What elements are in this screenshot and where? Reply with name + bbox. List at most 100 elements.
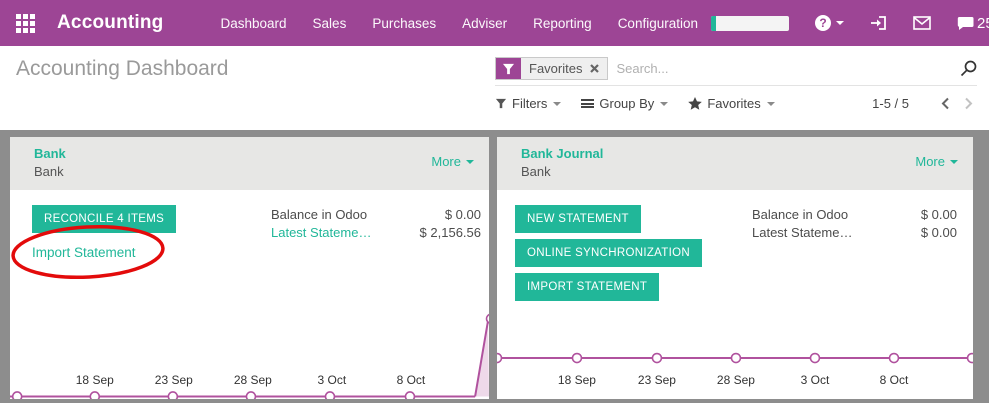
chevron-down-icon (466, 160, 474, 164)
journal-title[interactable]: Bank Journal (521, 146, 957, 161)
pager: 1-5 / 5 (872, 96, 977, 111)
search-magnifier-icon[interactable] (960, 60, 977, 77)
stat-label: Latest Stateme… (752, 224, 852, 242)
bank-journal-sparkline-chart: 18 Sep 23 Sep 28 Sep 3 Oct 8 Oct (497, 309, 973, 399)
search-facet-favorites: Favorites (495, 57, 608, 80)
chart-tick-label: 8 Oct (397, 373, 426, 387)
filter-funnel-icon (495, 98, 507, 109)
import-statement-button[interactable]: IMPORT STATEMENT (515, 273, 659, 301)
mail-icon[interactable] (913, 16, 931, 30)
pager-previous-icon[interactable] (941, 97, 950, 110)
top-navbar: Accounting Dashboard Sales Purchases Adv… (0, 0, 989, 46)
main-menu: Dashboard Sales Purchases Adviser Report… (208, 16, 712, 31)
journal-subtitle: Bank (521, 164, 957, 179)
stat-value: $ 0.00 (921, 206, 957, 224)
search-options-row: Filters Group By Favorites 1-5 / 5 (495, 96, 977, 111)
help-icon: ? (815, 15, 831, 31)
app-title[interactable]: Accounting (57, 12, 164, 34)
navbar-right: ? 25 (711, 15, 989, 32)
card-header: Bank Journal Bank More (497, 137, 973, 190)
menu-reporting[interactable]: Reporting (520, 16, 605, 31)
chevron-down-icon (836, 21, 844, 25)
chat-bubble-icon (957, 16, 974, 31)
card-header: Bank Bank More (10, 137, 489, 190)
menu-configuration[interactable]: Configuration (605, 16, 711, 31)
group-by-dropdown[interactable]: Group By (581, 96, 668, 111)
stat-row-balance: Balance in Odoo $ 0.00 (752, 206, 957, 224)
chart-tick-label: 3 Oct (318, 373, 347, 387)
chart-tick-label: 23 Sep (638, 373, 676, 387)
chart-tick-label: 3 Oct (801, 373, 830, 387)
menu-dashboard[interactable]: Dashboard (208, 16, 300, 31)
facet-label: Favorites (521, 58, 607, 79)
menu-sales[interactable]: Sales (300, 16, 360, 31)
favorites-dropdown[interactable]: Favorites (688, 96, 774, 111)
journal-card-bank-journal: Bank Journal Bank More NEW STATEMENT ONL… (497, 137, 973, 399)
journal-subtitle: Bank (34, 164, 473, 179)
apps-grid-icon[interactable] (16, 14, 35, 33)
dashboard-kanban: Bank Bank More RECONCILE 4 ITEMS Import … (0, 130, 989, 403)
stat-row-latest-statement: Latest Stateme… $ 0.00 (752, 224, 957, 242)
facet-category: Favorites (529, 61, 582, 76)
chart-tick-label: 18 Sep (558, 373, 596, 387)
bank-sparkline-chart: 18 Sep 23 Sep 28 Sep 3 Oct 8 Oct (10, 309, 489, 399)
stat-value: $ 0.00 (445, 206, 481, 224)
chart-tick-label: 28 Sep (234, 373, 272, 387)
chart-tick-label: 23 Sep (155, 373, 193, 387)
online-synchronization-button[interactable]: ONLINE SYNCHRONIZATION (515, 239, 702, 267)
more-label: More (431, 154, 461, 169)
search-panel: Favorites Filters Group By (495, 46, 989, 130)
journal-card-bank: Bank Bank More RECONCILE 4 ITEMS Import … (10, 137, 489, 399)
more-label: More (915, 154, 945, 169)
search-input[interactable] (616, 61, 960, 76)
menu-purchases[interactable]: Purchases (359, 16, 449, 31)
sign-in-icon[interactable] (870, 15, 887, 31)
messages-counter[interactable]: 25 (957, 15, 989, 32)
more-dropdown[interactable]: More (915, 154, 958, 169)
chevron-down-icon (553, 102, 561, 106)
chart-tick-label: 18 Sep (76, 373, 114, 387)
message-count: 25 (977, 15, 989, 32)
stat-value: $ 0.00 (921, 224, 957, 242)
pager-range: 1-5 / 5 (872, 96, 909, 111)
facet-filter-icon (496, 58, 521, 79)
group-by-label: Group By (599, 96, 654, 111)
chevron-down-icon (950, 160, 958, 164)
card-actions: RECONCILE 4 ITEMS Import Statement (32, 205, 176, 260)
card-body: NEW STATEMENT ONLINE SYNCHRONIZATION IMP… (497, 190, 973, 399)
chart-tick-label: 8 Oct (880, 373, 909, 387)
stat-label: Balance in Odoo (752, 206, 848, 224)
search-view: Favorites (495, 57, 977, 86)
filters-dropdown[interactable]: Filters (495, 96, 561, 111)
help-dropdown[interactable]: ? (815, 15, 844, 31)
stat-value: $ 2,156.56 (420, 224, 481, 242)
import-statement-link[interactable]: Import Statement (32, 245, 136, 260)
menu-adviser[interactable]: Adviser (449, 16, 520, 31)
pager-next-icon[interactable] (964, 97, 973, 110)
breadcrumb-area: Accounting Dashboard (0, 46, 495, 130)
favorites-label: Favorites (707, 96, 760, 111)
chart-tick-label: 28 Sep (717, 373, 755, 387)
card-actions: NEW STATEMENT ONLINE SYNCHRONIZATION IMP… (515, 205, 702, 307)
stat-row-balance: Balance in Odoo $ 0.00 (271, 206, 481, 224)
stat-row-latest-statement: Latest Stateme… $ 2,156.56 (271, 224, 481, 242)
user-menu-redacted-pill[interactable] (711, 16, 789, 31)
card-body: RECONCILE 4 ITEMS Import Statement Balan… (10, 190, 489, 399)
more-dropdown[interactable]: More (431, 154, 474, 169)
journal-title[interactable]: Bank (34, 146, 473, 161)
chevron-down-icon (660, 102, 668, 106)
group-by-icon (581, 99, 594, 108)
stat-label: Balance in Odoo (271, 206, 367, 224)
reconcile-items-button[interactable]: RECONCILE 4 ITEMS (32, 205, 176, 233)
facet-remove-icon[interactable] (590, 64, 599, 73)
new-statement-button[interactable]: NEW STATEMENT (515, 205, 641, 233)
page-title: Accounting Dashboard (16, 57, 495, 81)
latest-statement-link[interactable]: Latest Stateme… (271, 224, 371, 242)
filters-label: Filters (512, 96, 547, 111)
star-icon (688, 97, 702, 110)
control-panel: Accounting Dashboard Favorites (0, 46, 989, 130)
pill-accent-bar (711, 16, 716, 31)
card-stats: Balance in Odoo $ 0.00 Latest Stateme… $… (271, 206, 481, 242)
chevron-down-icon (767, 102, 775, 106)
card-stats: Balance in Odoo $ 0.00 Latest Stateme… $… (752, 206, 957, 242)
